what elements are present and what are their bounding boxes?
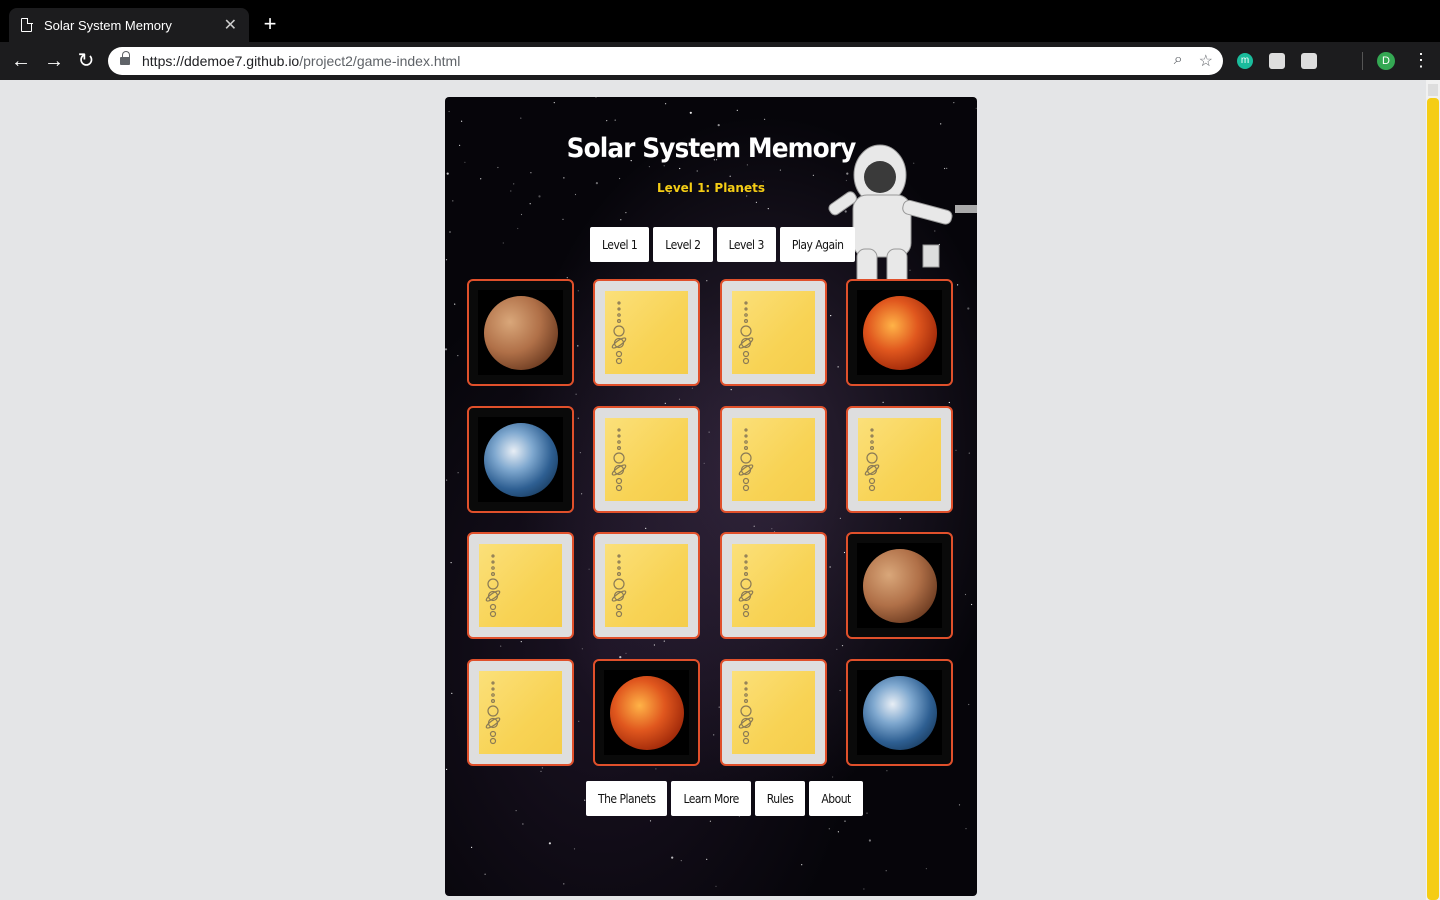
memory-card-facedown[interactable] [720,659,827,766]
url-host: https://ddemoe7.github.io [142,53,300,69]
memory-card-facedown[interactable] [846,406,953,513]
browser-tab[interactable]: Solar System Memory ✕ [9,8,249,42]
level-2-button[interactable]: Level 2 [653,227,713,262]
close-tab-icon[interactable]: ✕ [224,15,237,35]
extension-m-icon[interactable]: m [1237,53,1253,69]
level-1-button[interactable]: Level 1 [590,227,650,262]
mars-image [857,543,942,628]
profile-avatar[interactable]: D [1377,52,1395,70]
footer-button-row: The Planets Learn More Rules About [586,781,863,816]
bookmark-star-icon[interactable]: ☆ [1199,51,1213,71]
level-button-row: Level 1 Level 2 Level 3 Play Again [590,227,856,262]
url-path: /project2/game-index.html [299,53,461,69]
card-back-solar-system-icon [605,544,688,627]
toolbar-separator [1362,52,1363,70]
scrollbar-thumb[interactable] [1427,98,1439,900]
memory-card-mars[interactable] [467,279,574,386]
learn-more-button[interactable]: Learn More [671,781,751,816]
card-back-solar-system-icon [858,418,941,501]
document-icon [21,17,33,32]
back-arrow-icon[interactable]: ← [10,50,32,72]
card-back-solar-system-icon [732,291,815,374]
memory-card-earth[interactable] [467,406,574,513]
scroll-up-arrow[interactable] [1428,84,1438,96]
memory-card-facedown[interactable] [467,659,574,766]
memory-card-earth[interactable] [846,659,953,766]
play-again-button[interactable]: Play Again [779,227,856,262]
extension-camera-icon[interactable] [1301,53,1317,69]
game-title: Solar System Memory [566,133,857,164]
rules-button[interactable]: Rules [754,781,806,816]
card-back-solar-system-icon [732,544,815,627]
reload-icon[interactable]: ↻ [75,50,97,72]
the-planets-button[interactable]: The Planets [586,781,668,816]
memory-card-facedown[interactable] [467,532,574,639]
tab-bar: Solar System Memory ✕ + [0,0,1440,42]
memory-card-venus[interactable] [593,659,700,766]
mars-image [478,290,563,375]
card-back-solar-system-icon [605,418,688,501]
card-back-solar-system-icon [732,418,815,501]
venus-image [604,670,689,755]
card-back-solar-system-icon [479,671,562,754]
zoom-icon[interactable]: ⌕ [1174,51,1183,71]
memory-card-venus[interactable] [846,279,953,386]
new-tab-icon[interactable]: + [260,12,280,36]
memory-card-facedown[interactable] [593,532,700,639]
about-button[interactable]: About [809,781,863,816]
card-back-solar-system-icon [605,291,688,374]
menu-kebab-icon[interactable]: ⋮ [1412,50,1430,70]
forward-arrow-icon[interactable]: → [43,50,65,72]
earth-image [478,417,563,502]
card-back-solar-system-icon [732,671,815,754]
venus-image [857,290,942,375]
memory-card-facedown[interactable] [720,532,827,639]
memory-card-facedown[interactable] [593,406,700,513]
level-subtitle: Level 1: Planets [657,181,765,195]
memory-card-mars[interactable] [846,532,953,639]
memory-card-facedown[interactable] [593,279,700,386]
earth-image [857,670,942,755]
tab-title: Solar System Memory [44,17,172,33]
level-3-button[interactable]: Level 3 [716,227,776,262]
game-panel: Solar System Memory Level 1: Planets Lev… [445,97,977,896]
card-back-solar-system-icon [479,544,562,627]
memory-card-facedown[interactable] [720,406,827,513]
address-bar[interactable]: https://ddemoe7.github.io/project2/game-… [108,47,1223,75]
memory-card-facedown[interactable] [720,279,827,386]
extension-bulb-icon[interactable] [1269,53,1285,69]
lock-icon [120,51,130,67]
